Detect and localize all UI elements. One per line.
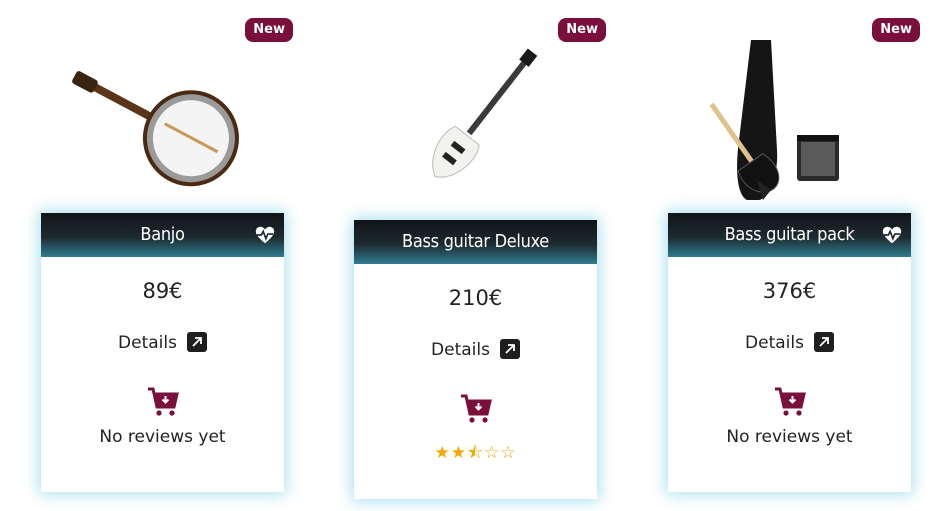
no-reviews-text: No reviews yet: [726, 427, 853, 447]
star-rating: ★★⯪☆☆: [434, 443, 517, 463]
product-price: 376€: [762, 279, 817, 303]
details-label: Details: [118, 333, 177, 353]
product-price: 89€: [142, 279, 183, 303]
details-label: Details: [431, 340, 490, 360]
heart-pulse-icon[interactable]: [254, 224, 276, 246]
add-to-cart-icon[interactable]: [459, 392, 493, 426]
add-to-cart-icon[interactable]: [146, 385, 180, 419]
product-title: Bass guitar pack: [668, 213, 911, 257]
details-link[interactable]: Details: [41, 332, 284, 353]
product-card-body: Banjo 89€ Details No reviews yet: [41, 213, 284, 492]
product-image-bass-guitar-pack[interactable]: [667, 30, 910, 208]
product-price: 210€: [448, 286, 503, 310]
external-link-icon[interactable]: [186, 332, 207, 352]
product-card-body: Bass guitar pack 376€ Details No reviews…: [668, 213, 911, 492]
product-card-banjo: New Banjo 89€ Details No reviews yet: [20, 0, 293, 511]
product-card-bass-guitar-pack: New Bass guitar pack 376€ Details No rev…: [647, 0, 920, 511]
external-link-icon[interactable]: [499, 339, 520, 359]
product-image-banjo[interactable]: [40, 30, 283, 208]
no-reviews-text: No reviews yet: [99, 427, 226, 447]
product-card-body: Bass guitar Deluxe 210€ Details ★★⯪☆☆: [354, 220, 597, 499]
details-link[interactable]: Details: [354, 339, 597, 360]
details-link[interactable]: Details: [668, 332, 911, 353]
details-label: Details: [745, 333, 804, 353]
product-card-bass-guitar-deluxe: New Bass guitar Deluxe 210€ Details ★★⯪☆…: [333, 0, 606, 511]
heart-pulse-icon[interactable]: [881, 224, 903, 246]
external-link-icon[interactable]: [813, 332, 834, 352]
add-to-cart-icon[interactable]: [773, 385, 807, 419]
product-title: Bass guitar Deluxe: [354, 220, 597, 264]
product-image-bass-guitar[interactable]: [353, 30, 596, 208]
product-title: Banjo: [41, 213, 284, 257]
